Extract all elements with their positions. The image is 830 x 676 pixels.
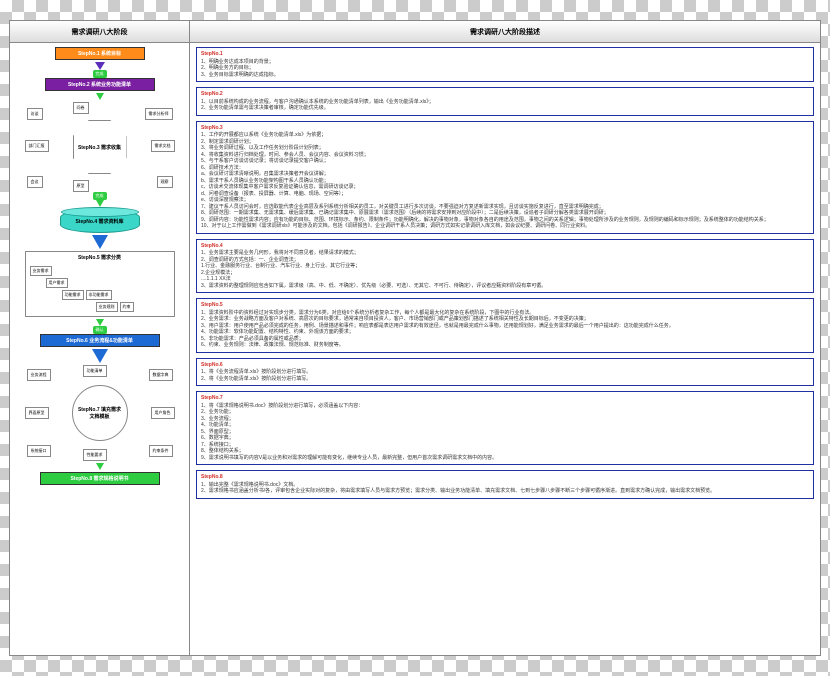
detail-box-3: StepNo.31、工作的开展都应以系统《业务功能清单.xls》为依据； 2、制… — [196, 121, 814, 234]
input-label: 功能清单 — [83, 365, 107, 377]
detail-body: 1、将《业务流程清单.xls》按阶段划分进行填写。 2、将《业务功能清单.xls… — [201, 369, 809, 382]
detail-title: StepNo.4 — [201, 243, 809, 250]
input-label: 原型 — [73, 180, 89, 192]
class-node: 业务需求 — [30, 266, 52, 276]
detail-body: 1、将《需求规格说明书.doc》按阶段划分进行填写，必须涵盖以下内容： 2、业务… — [201, 403, 809, 462]
detail-title: StepNo.8 — [201, 474, 809, 481]
detail-body: 1、业务需求主要是业务几何形，我将对不同意见者，结果请求的模式； 2、调查调研的… — [201, 250, 809, 289]
input-label: 约束条件 — [149, 445, 173, 457]
body-row: StepNo.1 系统目标 完成 StepNo.2 系统业务功能清单 访谈 问卷… — [10, 43, 820, 655]
detail-title: StepNo.7 — [201, 395, 809, 402]
input-label: 用户角色 — [151, 407, 175, 419]
arrow-down-icon — [96, 319, 104, 326]
step-1-box: StepNo.1 系统目标 — [55, 47, 145, 60]
step-3-octagon: StepNo.3 需求收集 — [73, 120, 127, 174]
class-title: StepNo.5 需求分类 — [28, 254, 172, 261]
badge-complete: 完成 — [93, 70, 107, 78]
detail-box-6: StepNo.61、将《业务流程清单.xls》按阶段划分进行填写。 2、将《业务… — [196, 358, 814, 387]
class-node: 约束 — [120, 302, 134, 312]
header-row: 需求调研八大阶段 需求调研八大阶段描述 — [10, 21, 820, 43]
arrow-down-icon — [96, 93, 104, 100]
input-label: 观察 — [157, 176, 173, 188]
detail-body: 1、以目前系统构成的业务流程，与客户沟通确认本系统的业务功能清单列表，输出《业务… — [201, 99, 809, 112]
detail-title: StepNo.3 — [201, 125, 809, 132]
class-node: 功能需求 — [62, 290, 84, 300]
input-label: 数据字典 — [149, 369, 173, 381]
arrow-down-icon — [96, 463, 104, 470]
input-label: 访谈 — [27, 108, 43, 120]
step-3-octagon-group: 访谈 问卷 需求分析师 部门汇报 需求文档 会议 原型 观察 StepNo.3 … — [25, 102, 175, 192]
input-label: 需求分析师 — [145, 108, 173, 120]
input-label: 系统接口 — [27, 445, 51, 457]
right-column-header: 需求调研八大阶段描述 — [190, 21, 820, 42]
input-label: 业务流程 — [27, 369, 51, 381]
input-label: 部门汇报 — [25, 140, 49, 152]
step-7-circle: StepNo.7 填充需求文档模板 — [72, 385, 128, 441]
arrow-down-blue-icon — [92, 235, 108, 249]
badge-confirm: 确认 — [93, 326, 107, 334]
detail-title: StepNo.5 — [201, 302, 809, 309]
badge-complete: 完成 — [93, 192, 107, 200]
detail-body: 1、明确业务达成本项目的背景； 2、明确业务方的目标； 3、业务目标需求明确的达… — [201, 59, 809, 79]
input-label: 界面原型 — [25, 407, 49, 419]
input-label: 问卷 — [73, 102, 89, 114]
detail-box-7: StepNo.71、将《需求规格说明书.doc》按阶段划分进行填写，必须涵盖以下… — [196, 391, 814, 465]
arrow-down-icon — [95, 62, 105, 70]
cylinder-label: StepNo.4 需求资料库 — [75, 218, 123, 225]
detail-box-1: StepNo.11、明确业务达成本项目的背景； 2、明确业务方的目标； 3、业务… — [196, 47, 814, 82]
detail-box-4: StepNo.41、业务需求主要是业务几何形，我将对不同意见者，结果请求的模式；… — [196, 239, 814, 294]
detail-box-8: StepNo.81、输出完整《需求规格说明书.doc》文档。 2、需求规格书应涵… — [196, 470, 814, 499]
flowchart-column: StepNo.1 系统目标 完成 StepNo.2 系统业务功能清单 访谈 问卷… — [10, 43, 190, 655]
class-node: 非功能需求 — [86, 290, 112, 300]
detail-body: 1、输出完整《需求规格说明书.doc》文档。 2、需求规格书应涵盖分析书/各，评… — [201, 482, 809, 495]
description-column: StepNo.11、明确业务达成本项目的背景； 2、明确业务方的目标； 3、业务… — [190, 43, 820, 655]
class-node: 业务规则 — [96, 302, 118, 312]
left-column-header: 需求调研八大阶段 — [10, 21, 190, 42]
step-7-circle-group: 业务流程 功能清单 数据字典 界面原型 用户角色 系统接口 性能要求 约束条件 … — [25, 365, 175, 461]
document-page: 需求调研八大阶段 需求调研八大阶段描述 StepNo.1 系统目标 完成 Ste… — [9, 20, 821, 656]
detail-box-2: StepNo.21、以目前系统构成的业务流程，与客户沟通确认本系统的业务功能清单… — [196, 87, 814, 116]
step-4-cylinder: StepNo.4 需求资料库 — [60, 209, 140, 233]
detail-title: StepNo.6 — [201, 362, 809, 369]
step-8-box: StepNo.8 需求规格说明书 — [40, 472, 160, 485]
detail-body: 1、需求资料阶中的资料经过对实现步分类，需求分为6类，对应给6个系统分析者复杂工… — [201, 310, 809, 349]
input-label: 会议 — [27, 176, 43, 188]
class-node: 用户需求 — [46, 278, 68, 288]
step-2-box: StepNo.2 系统业务功能清单 — [45, 78, 155, 91]
input-label: 需求文档 — [151, 140, 175, 152]
arrow-down-blue-icon — [92, 349, 108, 363]
detail-body: 1、工作的开展都应以系统《业务功能清单.xls》为依据； 2、制定需求调研计划；… — [201, 132, 809, 230]
step-6-box: StepNo.6 业务流程&功能清单 — [40, 334, 160, 347]
detail-title: StepNo.1 — [201, 51, 809, 58]
detail-title: StepNo.2 — [201, 91, 809, 98]
input-label: 性能要求 — [83, 449, 107, 461]
step-5-classification-box: StepNo.5 需求分类 业务需求 用户需求 功能需求 非功能需求 约束 业务… — [25, 251, 175, 317]
arrow-down-icon — [96, 200, 104, 207]
detail-box-5: StepNo.51、需求资料阶中的资料经过对实现步分类，需求分为6类，对应给6个… — [196, 298, 814, 353]
